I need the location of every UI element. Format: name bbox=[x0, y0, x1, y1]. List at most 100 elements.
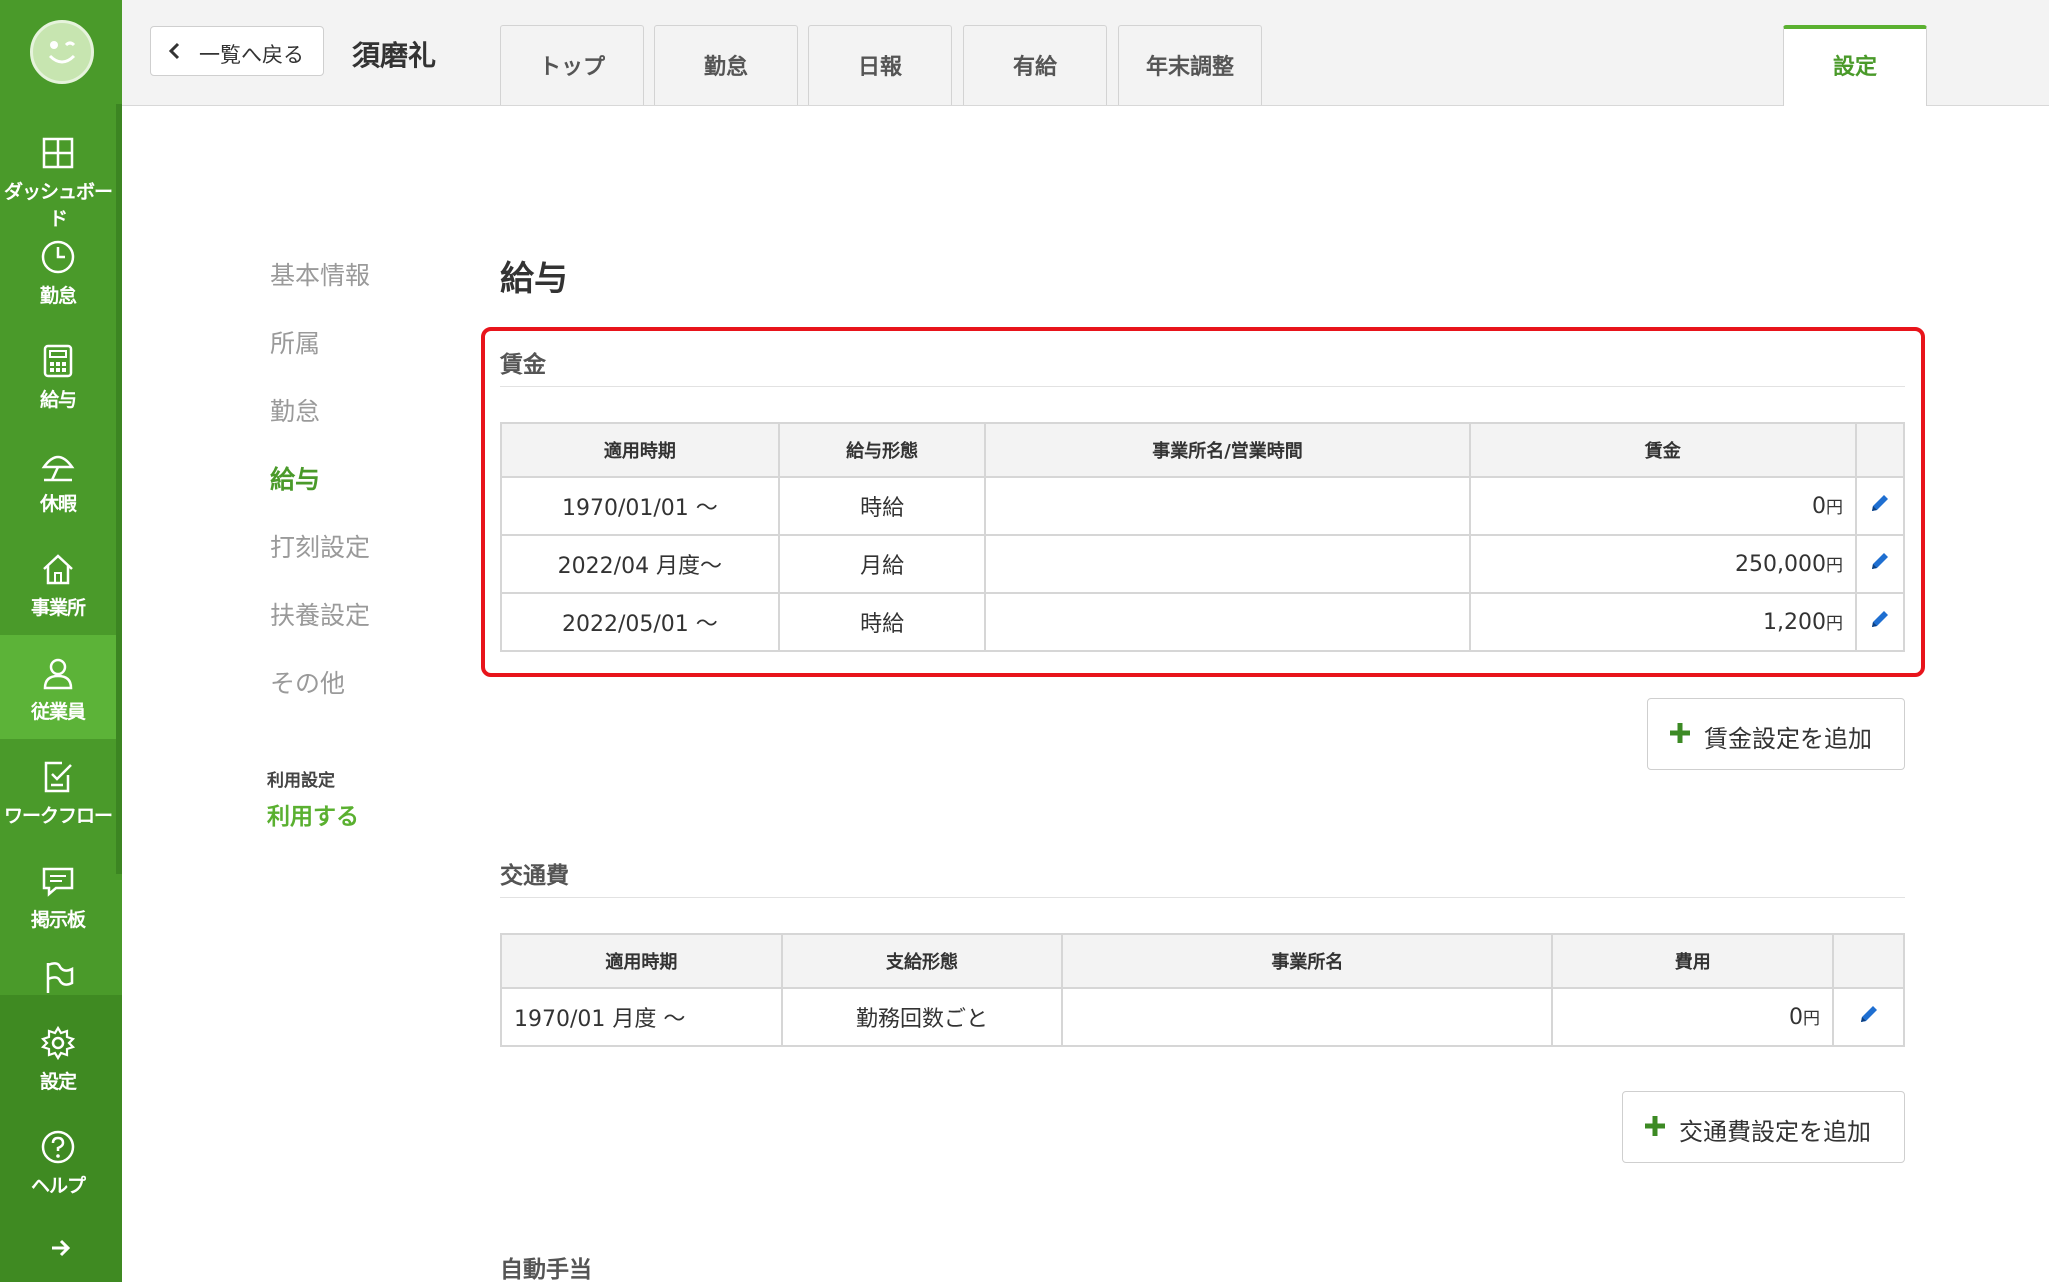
tab-paid-leave[interactable]: 有給 bbox=[963, 25, 1107, 105]
table-row: 1970/01/01 〜 時給 0円 bbox=[500, 476, 1905, 536]
tab-year-end-adjustment[interactable]: 年末調整 bbox=[1118, 25, 1262, 105]
cell-edit[interactable] bbox=[1855, 476, 1905, 536]
cell-edit[interactable] bbox=[1855, 592, 1905, 652]
dashboard-icon bbox=[42, 137, 74, 169]
add-transport-setting-button[interactable]: 交通費設定を追加 bbox=[1622, 1091, 1905, 1163]
subnav-attendance[interactable]: 勤怠 bbox=[270, 392, 320, 428]
cell-pay-type: 月給 bbox=[777, 534, 987, 594]
amount-value: 250,000 bbox=[1735, 552, 1827, 577]
tab-attendance[interactable]: 勤怠 bbox=[654, 25, 798, 105]
sidebar-item-workflow[interactable]: ワークフロー bbox=[0, 739, 116, 843]
workflow-icon bbox=[44, 761, 72, 793]
sidebar-item-label: 勤怠 bbox=[39, 285, 77, 307]
calculator-icon bbox=[43, 344, 73, 378]
cell-edit[interactable] bbox=[1855, 534, 1905, 594]
sidebar-item-label: ヘルプ bbox=[30, 1175, 86, 1197]
transport-section-divider bbox=[500, 897, 1905, 898]
transport-section-title: 交通費 bbox=[500, 863, 569, 889]
table-row: 1970/01 月度 〜 勤務回数ごと 0円 bbox=[500, 987, 1905, 1047]
sidebar-item-label: 掲示板 bbox=[30, 909, 86, 931]
amount-value: 0 bbox=[1812, 494, 1827, 519]
transport-table: 適用時期 支給形態 事業所名 費用 1970/01 月度 〜 勤務回数ごと 0円 bbox=[500, 933, 1905, 1047]
sidebar-item-settings[interactable]: 設定 bbox=[0, 1005, 116, 1109]
table-row: 2022/04 月度〜 月給 250,000円 bbox=[500, 534, 1905, 594]
sidebar-item-flag[interactable] bbox=[0, 947, 116, 995]
column-header: 賃金 bbox=[1468, 422, 1858, 478]
amount-value: 1,200 bbox=[1763, 610, 1827, 635]
app-logo[interactable] bbox=[30, 20, 94, 84]
wage-table-header-row: 適用時期 給与形態 事業所名/営業時間 賃金 bbox=[500, 422, 1905, 478]
transport-table-header-row: 適用時期 支給形態 事業所名 費用 bbox=[500, 933, 1905, 989]
pencil-icon[interactable] bbox=[1868, 491, 1892, 515]
usage-setting-value[interactable]: 利用する bbox=[267, 797, 359, 831]
sidebar: ダッシュボード 勤怠 給与 休暇 事業所 従業員 ワークフロー 掲示板 設定 ヘ… bbox=[0, 0, 122, 1282]
subnav-basic-info[interactable]: 基本情報 bbox=[270, 256, 370, 292]
cell-period: 2022/04 月度〜 bbox=[500, 534, 780, 594]
yen-unit: 円 bbox=[1826, 556, 1844, 576]
cell-period: 2022/05/01 〜 bbox=[500, 592, 780, 652]
usage-setting-label: 利用設定 bbox=[267, 771, 335, 791]
column-header: 事業所名 bbox=[1061, 933, 1554, 989]
sidebar-item-label: 休暇 bbox=[39, 493, 77, 515]
cell-office bbox=[984, 534, 1471, 594]
subnav-dependents[interactable]: 扶養設定 bbox=[270, 596, 370, 632]
cell-pay-type: 時給 bbox=[777, 476, 987, 536]
add-wage-setting-button[interactable]: 賃金設定を追加 bbox=[1647, 698, 1905, 770]
subnav-affiliation[interactable]: 所属 bbox=[270, 324, 320, 360]
smile-logo-icon bbox=[48, 41, 76, 64]
sidebar-item-board[interactable]: 掲示板 bbox=[0, 843, 116, 947]
plus-icon bbox=[1670, 723, 1690, 743]
table-row: 2022/05/01 〜 時給 1,200円 bbox=[500, 592, 1905, 652]
clock-icon bbox=[41, 240, 75, 274]
subnav-payroll[interactable]: 給与 bbox=[270, 460, 320, 496]
cell-office bbox=[984, 476, 1471, 536]
pencil-icon[interactable] bbox=[1857, 1002, 1881, 1026]
amount-value: 0 bbox=[1789, 1005, 1804, 1030]
sidebar-item-leave[interactable]: 休暇 bbox=[0, 427, 116, 531]
yen-unit: 円 bbox=[1803, 1009, 1821, 1029]
tab-top[interactable]: トップ bbox=[500, 25, 644, 105]
tab-settings[interactable]: 設定 bbox=[1783, 25, 1927, 106]
page-title: 給与 bbox=[500, 259, 568, 299]
cell-office bbox=[984, 592, 1471, 652]
home-icon bbox=[43, 554, 73, 585]
back-to-list-button[interactable]: 一覧へ戻る bbox=[150, 26, 324, 76]
add-wage-setting-label: 賃金設定を追加 bbox=[1704, 725, 1872, 753]
sidebar-item-payroll[interactable]: 給与 bbox=[0, 323, 116, 427]
chevron-left-icon bbox=[168, 42, 180, 60]
sidebar-item-help[interactable]: ヘルプ bbox=[0, 1109, 116, 1213]
message-icon bbox=[42, 867, 74, 897]
column-header: 適用時期 bbox=[500, 933, 783, 989]
help-icon bbox=[41, 1130, 75, 1164]
sidebar-item-office[interactable]: 事業所 bbox=[0, 531, 116, 635]
sidebar-item-employees[interactable]: 従業員 bbox=[0, 635, 116, 739]
sidebar-item-dashboard[interactable]: ダッシュボード bbox=[0, 115, 116, 230]
person-icon bbox=[43, 658, 73, 690]
cell-edit[interactable] bbox=[1832, 987, 1905, 1047]
column-header: 事業所名/営業時間 bbox=[984, 422, 1471, 478]
yen-unit: 円 bbox=[1826, 614, 1844, 634]
cell-period: 1970/01 月度 〜 bbox=[500, 987, 783, 1047]
sidebar-scrollbar[interactable] bbox=[116, 104, 122, 874]
back-button-label: 一覧へ戻る bbox=[199, 43, 304, 67]
sidebar-item-label: 従業員 bbox=[30, 701, 86, 723]
employee-name: 須磨礼 bbox=[352, 39, 437, 72]
sidebar-item-attendance[interactable]: 勤怠 bbox=[0, 219, 116, 323]
pencil-icon[interactable] bbox=[1868, 607, 1892, 631]
cell-payment-type: 勤務回数ごと bbox=[780, 987, 1064, 1047]
subnav-other[interactable]: その他 bbox=[270, 664, 345, 700]
column-header-edit bbox=[1855, 422, 1905, 478]
auto-allowance-section-title: 自動手当 bbox=[500, 1257, 592, 1283]
gear-icon bbox=[40, 1025, 76, 1061]
sidebar-lower-panel: 設定 ヘルプ bbox=[0, 995, 122, 1282]
pencil-icon[interactable] bbox=[1868, 549, 1892, 573]
sidebar-item-label: 給与 bbox=[39, 389, 77, 411]
arrow-right-icon[interactable] bbox=[49, 1237, 73, 1259]
wage-section-title: 賃金 bbox=[500, 352, 546, 378]
cell-office bbox=[1061, 987, 1554, 1047]
subnav-clock-settings[interactable]: 打刻設定 bbox=[270, 528, 370, 564]
column-header: 支給形態 bbox=[780, 933, 1064, 989]
tab-daily-report[interactable]: 日報 bbox=[808, 25, 952, 105]
cell-amount: 0円 bbox=[1551, 987, 1835, 1047]
column-header: 適用時期 bbox=[500, 422, 780, 478]
